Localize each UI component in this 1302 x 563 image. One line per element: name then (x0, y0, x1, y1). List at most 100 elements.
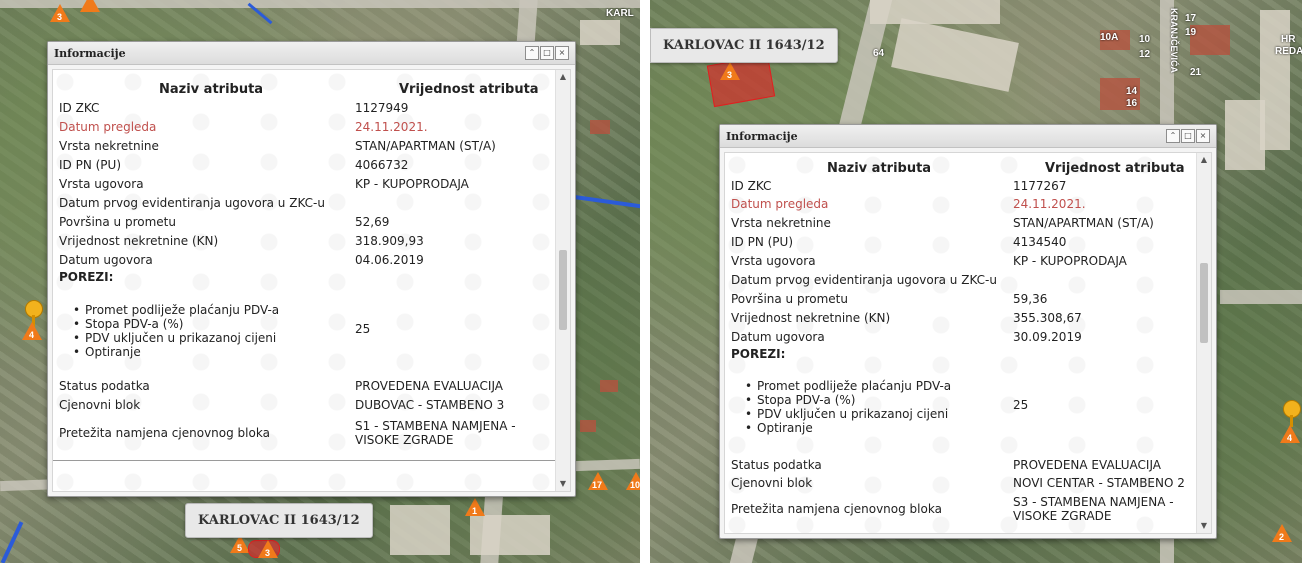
marker-number: 1 (472, 506, 478, 516)
vertical-scrollbar[interactable]: ▲ ▼ (555, 70, 570, 491)
attr-label: Datum ugovora (59, 253, 153, 267)
attr-value: 24.11.2021. (1013, 197, 1086, 211)
tax-rate-value: 25 (1013, 398, 1029, 412)
map-label: HR (1281, 34, 1296, 45)
scroll-down-arrow-icon[interactable]: ▼ (556, 477, 570, 491)
tax-rate-value: 25 (355, 322, 371, 336)
marker-number: 17 (592, 480, 603, 490)
attr-label: ID PN (PU) (731, 235, 794, 249)
map-label: 64 (873, 48, 885, 59)
attr-label: Cjenovni blok (731, 476, 813, 490)
attr-value: STAN/APARTMAN (ST/A) (355, 139, 496, 153)
attr-label: Vrsta ugovora (731, 254, 816, 268)
close-button[interactable]: × (555, 46, 569, 60)
tax-item: Stopa PDV-a (%) (735, 393, 951, 407)
collapse-button[interactable]: ⌃ (1166, 129, 1180, 143)
scroll-up-arrow-icon[interactable]: ▲ (1197, 153, 1211, 167)
scroll-down-arrow-icon[interactable]: ▼ (1197, 519, 1211, 533)
attr-label: ID ZKC (731, 179, 772, 193)
map-panel-left[interactable]: KARL 3 4 5 3 17 10 1 KARLOVAC II 1643/12… (0, 0, 640, 563)
attr-value: 30.09.2019 (1013, 330, 1082, 344)
attr-value: S3 - STAMBENA NAMJENA - VISOKE ZGRADE (1013, 495, 1174, 523)
marker-number: 5 (237, 543, 243, 553)
attributes-table: Naziv atributa Vrijednost atributa ID ZK… (53, 70, 556, 491)
map-label: 16 (1126, 98, 1138, 109)
window-body: Naziv atributa Vrijednost atributa ID ZK… (52, 69, 571, 492)
attr-value: S1 - STAMBENA NAMJENA - VISOKE ZGRADE (355, 419, 516, 447)
map-label: REDA (1275, 46, 1302, 57)
vertical-scrollbar[interactable]: ▲ ▼ (1196, 153, 1211, 533)
scroll-up-arrow-icon[interactable]: ▲ (556, 70, 570, 84)
map-label: 10 (1139, 34, 1151, 45)
map-label: 21 (1190, 67, 1202, 78)
marker-number: 4 (1287, 433, 1293, 443)
maximize-button[interactable]: □ (540, 46, 554, 60)
marker-triangle[interactable] (80, 0, 100, 12)
marker-number: 10 (630, 480, 640, 490)
column-header-name: Naziv atributa (827, 161, 932, 176)
marker-number: 3 (265, 548, 271, 558)
tax-item: Optiranje (63, 345, 279, 359)
scrollbar-thumb[interactable] (1200, 263, 1208, 343)
attr-label: Vrijednost nekretnine (KN) (731, 311, 891, 325)
attr-label: Status podatka (59, 379, 150, 393)
close-button[interactable]: × (1196, 129, 1210, 143)
attr-label: Površina u prometu (731, 292, 848, 306)
column-header-name: Naziv atributa (159, 82, 264, 97)
tax-item: PDV uključen u prikazanoj cijeni (735, 407, 951, 421)
attr-value: PROVEDENA EVALUACIJA (1013, 458, 1161, 472)
tax-item: Promet podliježe plaćanju PDV-a (735, 379, 951, 393)
attr-label: Datum pregleda (59, 120, 157, 134)
marker-number: 4 (29, 330, 35, 340)
window-titlebar[interactable]: Informacije ⌃ □ × (48, 42, 575, 65)
attr-label: Vrsta nekretnine (731, 216, 831, 230)
column-header-value: Vrijednost atributa (399, 82, 539, 97)
attr-label: Pretežita namjena cjenovnog bloka (731, 502, 942, 516)
attr-value: 1127949 (355, 101, 409, 115)
attr-value: DUBOVAC - STAMBENO 3 (355, 398, 505, 412)
attr-value: 355.308,67 (1013, 311, 1082, 325)
attr-value: 04.06.2019 (355, 253, 424, 267)
attr-label: Vrsta nekretnine (59, 139, 159, 153)
map-label: 14 (1126, 86, 1138, 97)
info-window: Informacije ⌃ □ × Naziv atributa Vrijedn… (719, 124, 1217, 539)
attr-label: Datum prvog evidentiranja ugovora u ZKC-… (731, 273, 997, 287)
porezi-label: POREZI: (731, 347, 786, 361)
scrollbar-thumb[interactable] (559, 250, 567, 330)
tax-item: Optiranje (735, 421, 951, 435)
window-titlebar[interactable]: Informacije ⌃ □ × (720, 125, 1216, 148)
attr-label: Cjenovni blok (59, 398, 141, 412)
location-pin-icon[interactable] (25, 300, 43, 327)
location-label[interactable]: KARLOVAC II 1643/12 (650, 28, 838, 63)
attr-label: Površina u prometu (59, 215, 176, 229)
attr-label: Vrijednost nekretnine (KN) (59, 234, 219, 248)
attr-value: KP - KUPOPRODAJA (1013, 254, 1127, 268)
marker-number: 2 (1279, 532, 1285, 542)
map-label: 10A (1100, 32, 1119, 43)
attr-value: PROVEDENA EVALUACIJA (355, 379, 503, 393)
attr-value: KP - KUPOPRODAJA (355, 177, 469, 191)
attr-label: Datum pregleda (731, 197, 829, 211)
map-panel-right[interactable]: KRANJČEVIĆA HR REDA 64 10A 10 12 14 16 1… (650, 0, 1302, 563)
tax-item: PDV uključen u prikazanoj cijeni (63, 331, 279, 345)
attr-value: 4066732 (355, 158, 409, 172)
window-title: Informacije (726, 129, 798, 143)
location-label[interactable]: KARLOVAC II 1643/12 (185, 503, 373, 538)
map-label: 12 (1139, 49, 1151, 60)
column-header-value: Vrijednost atributa (1045, 161, 1185, 176)
attr-value: 24.11.2021. (355, 120, 428, 134)
collapse-button[interactable]: ⌃ (525, 46, 539, 60)
attributes-table: Naziv atributa Vrijednost atributa ID ZK… (725, 153, 1197, 533)
maximize-button[interactable]: □ (1181, 129, 1195, 143)
map-label-street: KRANJČEVIĆA (1169, 8, 1179, 74)
attr-value: 4134540 (1013, 235, 1067, 249)
map-label: 17 (1185, 13, 1197, 24)
map-label: 19 (1185, 27, 1197, 38)
location-pin-icon[interactable] (1283, 400, 1301, 427)
attr-label: Status podatka (731, 458, 822, 472)
attr-label: Datum ugovora (731, 330, 825, 344)
attr-value: 52,69 (355, 215, 390, 229)
attr-label: ID PN (PU) (59, 158, 122, 172)
info-window: Informacije ⌃ □ × Naziv atributa Vrijedn… (47, 41, 576, 497)
attr-value: NOVI CENTAR - STAMBENO 2 (1013, 476, 1185, 490)
